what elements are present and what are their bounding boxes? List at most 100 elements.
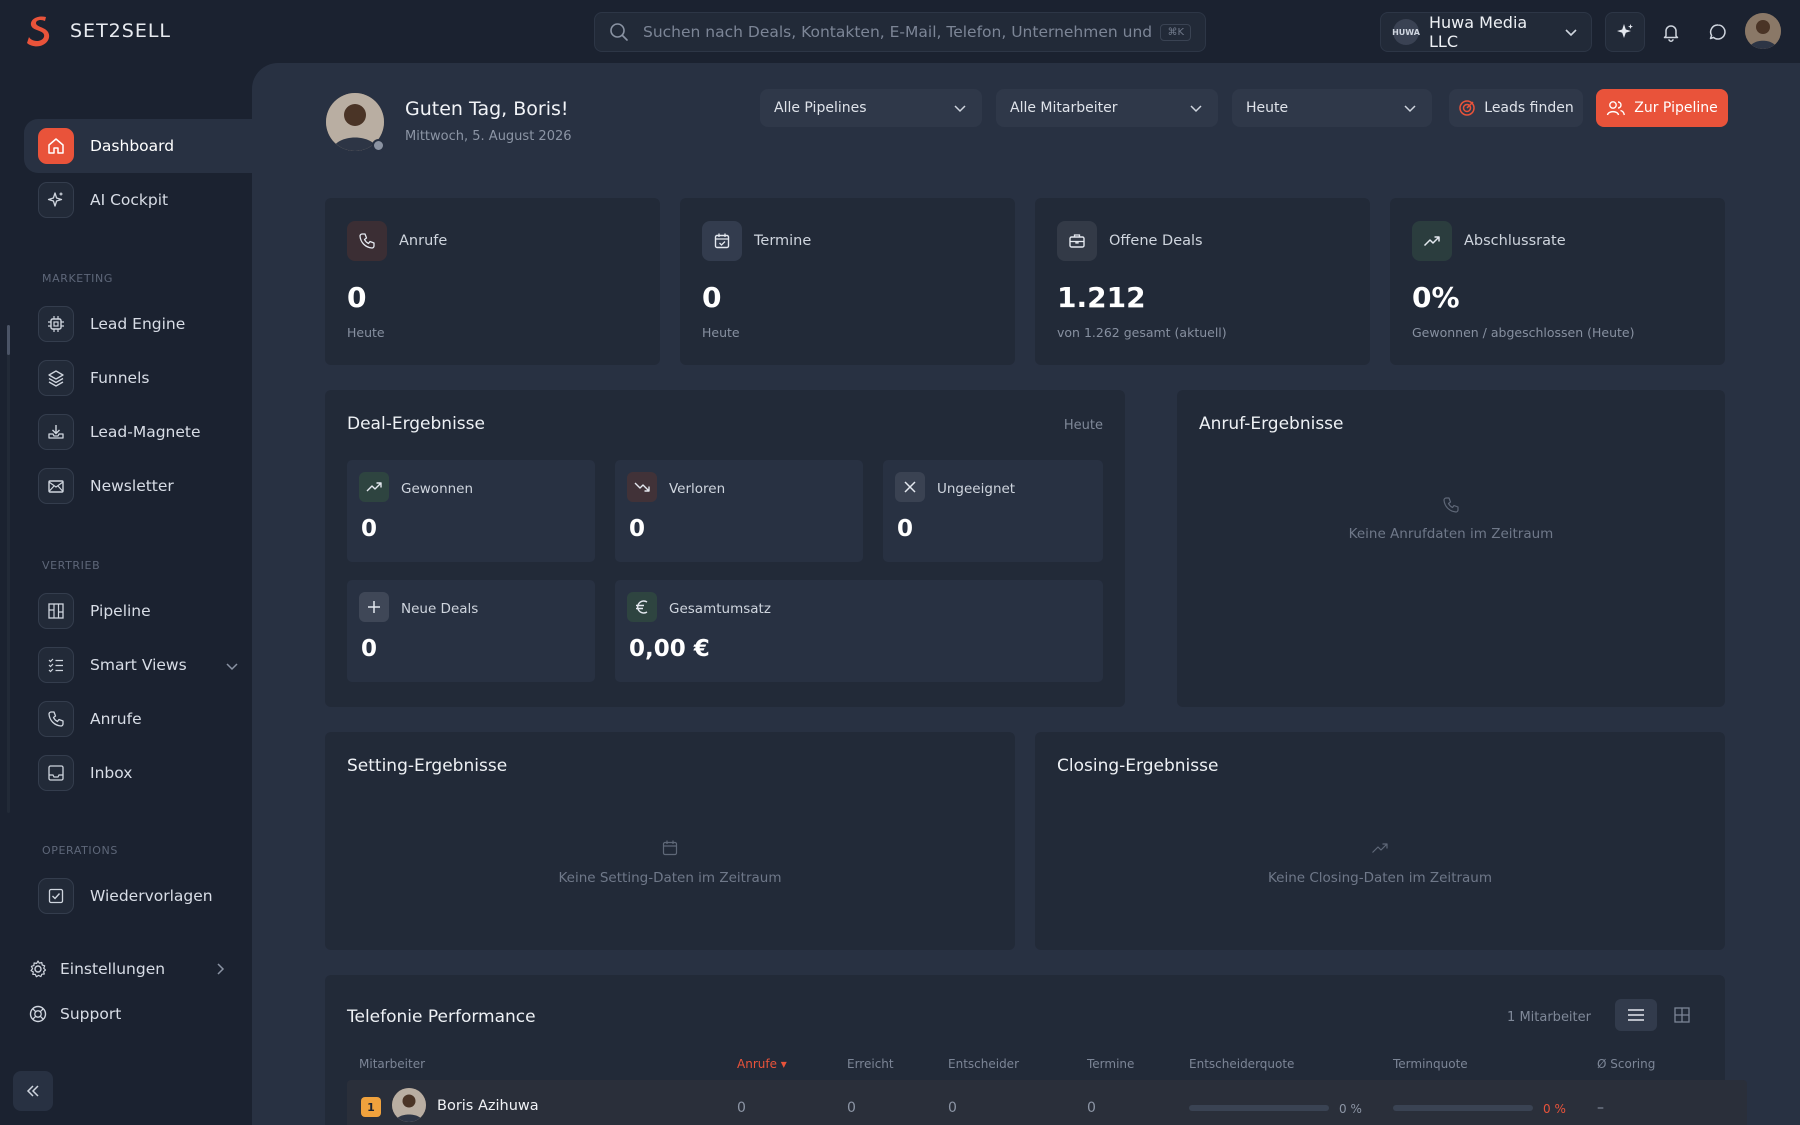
stat-subtext: von 1.262 gesamt (aktuell) <box>1057 325 1227 340</box>
column-header[interactable]: Erreicht <box>847 1057 894 1071</box>
messages-button[interactable] <box>1698 12 1738 52</box>
chevron-down-icon[interactable] <box>224 658 240 674</box>
sidebar-item-label: Dashboard <box>90 137 175 155</box>
panel-title: Closing-Ergebnisse <box>1057 756 1219 776</box>
presence-indicator <box>372 139 385 152</box>
sidebar-item-label: Pipeline <box>90 602 151 620</box>
phone-icon <box>1443 497 1459 513</box>
call-results-panel: Anruf-Ergebnisse Keine Anrufdaten im Zei… <box>1177 390 1725 707</box>
sidebar-item-label: AI Cockpit <box>90 191 169 209</box>
go-to-pipeline-button[interactable]: Zur Pipeline <box>1596 89 1728 127</box>
greeting-date: Mittwoch, 5. August 2026 <box>405 129 572 144</box>
sidebar-item-pipeline[interactable]: Pipeline <box>24 584 252 638</box>
sidebar-scrollbar-thumb[interactable] <box>7 325 10 355</box>
table-row[interactable]: 1 Boris Azihuwa 0 0 0 0 0 % 0 % – <box>347 1080 1747 1125</box>
find-leads-button[interactable]: Leads finden <box>1449 89 1583 127</box>
sub-label: Gewonnen <box>401 481 474 497</box>
user-photo-icon <box>1745 13 1781 49</box>
org-switcher[interactable]: HUWA Huwa Media LLC <box>1380 12 1592 52</box>
decider-rate-bar <box>1189 1105 1329 1111</box>
top-bar: SET2SELL Suchen nach Deals, Kontakten, E… <box>0 0 1800 63</box>
stat-subtext: Heute <box>702 325 740 340</box>
calendar-icon <box>662 840 678 856</box>
stat-label: Offene Deals <box>1109 233 1203 249</box>
deal-result-lost: Verloren 0 <box>615 460 863 562</box>
panel-title: Telefonie Performance <box>347 1007 536 1027</box>
section-label-vertrieb: VERTRIEB <box>42 559 101 572</box>
sidebar-item-inbox[interactable]: Inbox <box>24 746 252 800</box>
column-header[interactable]: Mitarbeiter <box>359 1057 425 1071</box>
trend-up-icon <box>1412 221 1452 261</box>
employee-filter-value: Alle Mitarbeiter <box>1010 100 1118 116</box>
deal-result-revenue: Gesamtumsatz 0,00 € <box>615 580 1103 682</box>
search-placeholder: Suchen nach Deals, Kontakten, E-Mail, Te… <box>643 23 1155 41</box>
trend-up-icon <box>1372 843 1388 853</box>
app-logo[interactable]: SET2SELL <box>24 14 171 48</box>
sub-label: Verloren <box>669 481 726 497</box>
sidebar-scroll-track[interactable] <box>7 325 10 813</box>
grid-view-toggle[interactable] <box>1661 999 1703 1031</box>
sidebar-item-ai-cockpit[interactable]: AI Cockpit <box>24 173 252 227</box>
org-logo: HUWA <box>1392 19 1420 45</box>
sidebar-item-lead-magnete[interactable]: Lead-Magnete <box>24 405 252 459</box>
sidebar-item-smart-views[interactable]: Smart Views <box>24 638 252 692</box>
phone-icon <box>347 221 387 261</box>
column-header[interactable]: Entscheider <box>948 1057 1019 1071</box>
chevron-down-icon <box>1404 105 1416 113</box>
notifications-button[interactable] <box>1651 12 1691 52</box>
chip-icon <box>38 306 74 342</box>
user-avatar[interactable] <box>1745 13 1781 49</box>
calendar-icon <box>702 221 742 261</box>
sidebar-item-newsletter[interactable]: Newsletter <box>24 459 252 513</box>
empty-state-text: Keine Anrufdaten im Zeitraum <box>1348 526 1554 542</box>
sub-label: Neue Deals <box>401 601 479 617</box>
reached-cell: 0 <box>847 1100 856 1116</box>
sidebar-item-label: Wiedervorlagen <box>90 887 213 905</box>
lifebuoy-icon <box>29 1005 47 1023</box>
column-header[interactable]: Termine <box>1087 1057 1134 1071</box>
pipeline-filter[interactable]: Alle Pipelines <box>760 89 982 127</box>
sidebar-item-dashboard[interactable]: Dashboard <box>24 119 252 173</box>
employee-filter[interactable]: Alle Mitarbeiter <box>996 89 1218 127</box>
column-header-sorted[interactable]: Anrufe ▾ <box>737 1057 787 1071</box>
sidebar-item-wiedervorlagen[interactable]: Wiedervorlagen <box>24 869 252 923</box>
global-search[interactable]: Suchen nach Deals, Kontakten, E-Mail, Te… <box>594 12 1206 52</box>
phone-icon <box>38 701 74 737</box>
sub-value: 0 <box>897 516 914 542</box>
go-to-pipeline-label: Zur Pipeline <box>1634 100 1718 116</box>
ai-assistant-button[interactable] <box>1605 12 1645 52</box>
sub-value: 0 <box>361 516 378 542</box>
setting-results-panel: Setting-Ergebnisse Keine Setting-Daten i… <box>325 732 1015 950</box>
layers-icon <box>38 360 74 396</box>
stat-value: 1.212 <box>1057 281 1146 314</box>
trend-up-icon <box>359 472 389 502</box>
empty-state-text: Keine Setting-Daten im Zeitraum <box>558 870 782 886</box>
chevron-right-icon <box>217 963 225 975</box>
search-shortcut: ⌘K <box>1160 23 1191 41</box>
list-view-toggle[interactable] <box>1615 999 1657 1031</box>
period-filter[interactable]: Heute <box>1232 89 1432 127</box>
search-icon <box>610 23 628 41</box>
employee-count: 1 Mitarbeiter <box>1507 1010 1591 1025</box>
sidebar: Dashboard AI Cockpit MARKETING Lead Engi… <box>0 63 252 1125</box>
column-header[interactable]: Entscheiderquote <box>1189 1057 1294 1071</box>
deal-result-unqualified: Ungeeignet 0 <box>883 460 1103 562</box>
column-header[interactable]: Ø Scoring <box>1597 1057 1655 1071</box>
chat-bubble-icon <box>1709 24 1726 40</box>
sidebar-support[interactable]: Support <box>28 1004 228 1024</box>
sidebar-item-label: Lead-Magnete <box>90 423 201 441</box>
kanban-icon <box>38 593 74 629</box>
home-icon <box>38 128 74 164</box>
org-name: Huwa Media LLC <box>1429 13 1528 51</box>
sidebar-item-anrufe[interactable]: Anrufe <box>24 692 252 746</box>
sidebar-item-funnels[interactable]: Funnels <box>24 351 252 405</box>
sub-value: 0 <box>629 516 646 542</box>
column-header[interactable]: Terminquote <box>1393 1057 1468 1071</box>
checklist-icon <box>38 647 74 683</box>
sidebar-item-label: Newsletter <box>90 477 174 495</box>
collapse-sidebar-button[interactable] <box>13 1071 53 1111</box>
sidebar-item-lead-engine[interactable]: Lead Engine <box>24 297 252 351</box>
chevron-down-icon <box>954 105 966 113</box>
trend-down-icon <box>627 472 657 502</box>
sidebar-settings[interactable]: Einstellungen <box>28 959 228 979</box>
